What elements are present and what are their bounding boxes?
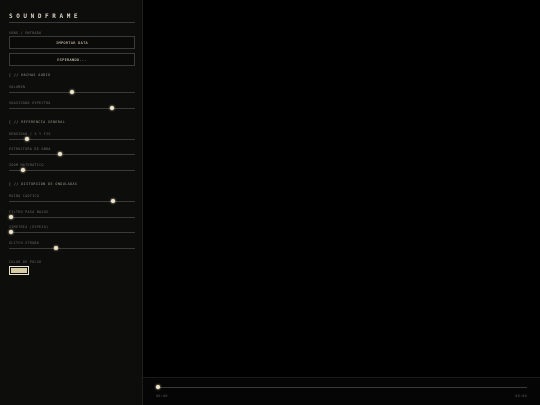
slider-thumb[interactable]: [9, 215, 13, 219]
slider-thumb[interactable]: [110, 106, 115, 110]
status-button[interactable]: ESPERANDO...: [9, 53, 135, 66]
time-current: 00:00: [156, 394, 168, 398]
slider-track: [9, 170, 135, 171]
progress-thumb[interactable]: [156, 385, 160, 389]
playback-bar: 00:00 00:00: [143, 377, 540, 405]
progress-track: [156, 387, 527, 388]
source-label: SONG / ENTRADA: [9, 31, 42, 35]
section-audio: [ // HACHAS AUDIO: [9, 73, 51, 77]
color-swatch-fill: [11, 268, 27, 273]
color-label: COLOR DE PULSO: [9, 260, 42, 264]
slider-track: [9, 217, 135, 218]
time-total: 00:00: [515, 394, 527, 398]
slider-thumb[interactable]: [70, 90, 74, 94]
color-picker[interactable]: [9, 266, 29, 275]
visualizer-canvas: [143, 0, 540, 377]
slider-densidad[interactable]: [9, 136, 135, 142]
title-divider: [9, 22, 135, 23]
section-visual: [ // REFERENCIA GENERAL: [9, 120, 66, 124]
slider-track: [9, 108, 135, 109]
slider-thumb[interactable]: [57, 152, 62, 156]
slider-thumb[interactable]: [21, 168, 26, 172]
slider-thumb[interactable]: [111, 199, 116, 203]
slider-track: [9, 201, 135, 202]
progress-slider[interactable]: [156, 384, 527, 390]
slider-track: [9, 154, 135, 155]
slider-filtro[interactable]: [9, 214, 135, 220]
control-sidebar: SOUNDFRAME SONG / ENTRADA IMPORTAR DATA …: [0, 0, 143, 405]
slider-estructura[interactable]: [9, 151, 135, 157]
slider-thumb[interactable]: [9, 230, 13, 234]
slider-track: [9, 232, 135, 233]
slider-thumb[interactable]: [24, 137, 29, 141]
slider-track: [9, 248, 135, 249]
slider-simetria[interactable]: [9, 229, 135, 235]
slider-suavizado[interactable]: [9, 105, 135, 111]
slider-volumen[interactable]: [9, 89, 135, 95]
section-distortion: [ // DISTORSIÓN DE ONDULADAS: [9, 182, 78, 186]
slider-zoom[interactable]: [9, 167, 135, 173]
slider-thumb[interactable]: [54, 246, 59, 250]
app-title: SOUNDFRAME: [9, 13, 82, 20]
slider-ruido[interactable]: [9, 198, 135, 204]
import-data-button[interactable]: IMPORTAR DATA: [9, 36, 135, 49]
slider-glitch[interactable]: [9, 245, 135, 251]
